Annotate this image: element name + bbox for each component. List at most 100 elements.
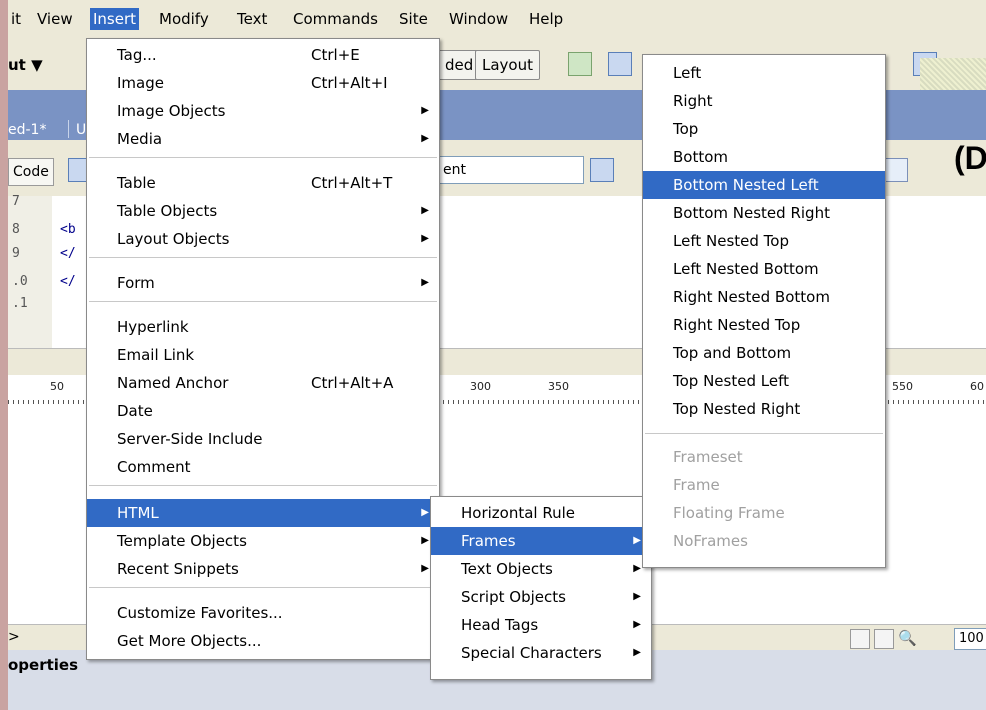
menu-item-label: Bottom Nested Left	[673, 176, 819, 194]
menu-item-frame-right[interactable]: Right	[643, 87, 885, 115]
code-view-button[interactable]: Code	[8, 158, 54, 186]
zoom-field[interactable]: 100	[954, 628, 986, 650]
menu-item-frames[interactable]: Frames ▶	[431, 527, 651, 555]
menu-item-label: Email Link	[117, 346, 195, 364]
menu-item-label: Recent Snippets	[117, 560, 239, 578]
menu-item-email-link[interactable]: Email Link	[87, 341, 439, 369]
tag-selector[interactable]: >	[8, 629, 20, 645]
menu-item-label: Comment	[117, 458, 191, 476]
menu-item-tag[interactable]: Tag... Ctrl+E	[87, 41, 439, 69]
menu-item-label: Bottom	[673, 148, 729, 166]
menu-item-label: Right Nested Top	[673, 316, 801, 334]
menu-item-label: Hyperlink	[117, 318, 189, 336]
line-number: .1	[12, 296, 28, 311]
layout-table-icon[interactable]	[568, 52, 592, 76]
layout-dropdown[interactable]: ut ▼	[8, 56, 43, 74]
expanded-button[interactable]: ded	[438, 50, 480, 80]
menu-item-label: Frameset	[673, 448, 743, 466]
document-tab-2[interactable]: U	[76, 122, 86, 138]
menu-item-label: Top Nested Right	[673, 400, 801, 418]
menu-item-script-objects[interactable]: Script Objects ▶	[431, 583, 651, 611]
preview-icon[interactable]	[884, 158, 908, 182]
menu-window[interactable]: Window	[446, 8, 511, 30]
menu-item-comment[interactable]: Comment	[87, 453, 439, 481]
menu-item-label: Special Characters	[461, 644, 602, 662]
file-management-icon[interactable]	[590, 158, 614, 182]
menu-item-html[interactable]: HTML ▶	[87, 499, 439, 527]
menu-item-label: Floating Frame	[673, 504, 785, 522]
menu-item-label: HTML	[117, 504, 159, 522]
menu-item-label: Layout Objects	[117, 230, 230, 248]
submenu-arrow-icon: ▶	[633, 619, 641, 630]
menu-item-special-characters[interactable]: Special Characters ▶	[431, 639, 651, 667]
menu-item-label: Image Objects	[117, 102, 226, 120]
menu-item-label: Top Nested Left	[673, 372, 789, 390]
menu-item-server-side-include[interactable]: Server-Side Include	[87, 425, 439, 453]
pointer-tool-icon[interactable]	[850, 629, 870, 649]
hand-tool-icon[interactable]	[874, 629, 894, 649]
menu-item-form[interactable]: Form ▶	[87, 269, 439, 297]
menu-item-hyperlink[interactable]: Hyperlink	[87, 313, 439, 341]
menu-item-label: Server-Side Include	[117, 430, 263, 448]
title-field[interactable]: ent	[436, 156, 584, 184]
menu-item-image-objects[interactable]: Image Objects ▶	[87, 97, 439, 125]
ruler-tick: 50	[50, 380, 64, 393]
menu-item-right-nested-top[interactable]: Right Nested Top	[643, 311, 885, 339]
menu-site[interactable]: Site	[396, 8, 431, 30]
menu-item-date[interactable]: Date	[87, 397, 439, 425]
menu-item-label: Top and Bottom	[673, 344, 792, 362]
menu-item-template-objects[interactable]: Template Objects ▶	[87, 527, 439, 555]
menu-item-left-nested-top[interactable]: Left Nested Top	[643, 227, 885, 255]
menu-item-bottom-nested-left[interactable]: Bottom Nested Left	[643, 171, 885, 199]
menu-item-shortcut: Ctrl+Alt+A	[311, 374, 394, 392]
menu-item-frame-top[interactable]: Top	[643, 115, 885, 143]
ruler-tick: 550	[892, 380, 913, 393]
menu-edit[interactable]: it	[8, 8, 24, 30]
menu-item-label: Table	[117, 174, 156, 192]
menu-text[interactable]: Text	[234, 8, 270, 30]
ruler-tick: 350	[548, 380, 569, 393]
menu-item-top-nested-right[interactable]: Top Nested Right	[643, 395, 885, 423]
menu-commands[interactable]: Commands	[290, 8, 381, 30]
menu-item-top-nested-left[interactable]: Top Nested Left	[643, 367, 885, 395]
menu-item-table-objects[interactable]: Table Objects ▶	[87, 197, 439, 225]
ruler-tick: 300	[470, 380, 491, 393]
menu-item-layout-objects[interactable]: Layout Objects ▶	[87, 225, 439, 253]
menu-item-table[interactable]: Table Ctrl+Alt+T	[87, 169, 439, 197]
menu-item-label: Head Tags	[461, 616, 539, 634]
menu-item-shortcut: Ctrl+Alt+I	[311, 74, 388, 92]
submenu-arrow-icon: ▶	[421, 535, 429, 546]
menu-item-right-nested-bottom[interactable]: Right Nested Bottom	[643, 283, 885, 311]
menu-item-top-and-bottom[interactable]: Top and Bottom	[643, 339, 885, 367]
menu-view[interactable]: View	[34, 8, 76, 30]
layout-cell-icon[interactable]	[608, 52, 632, 76]
menu-modify[interactable]: Modify	[156, 8, 212, 30]
properties-title[interactable]: operties	[8, 656, 78, 674]
menu-item-label: Template Objects	[117, 532, 247, 550]
menu-item-get-more-objects[interactable]: Get More Objects...	[87, 627, 439, 655]
menu-item-label: Frame	[673, 476, 720, 494]
menu-item-left-nested-bottom[interactable]: Left Nested Bottom	[643, 255, 885, 283]
menu-item-recent-snippets[interactable]: Recent Snippets ▶	[87, 555, 439, 583]
zoom-tool-icon[interactable]: 🔍	[898, 629, 917, 647]
code-line: </	[60, 246, 76, 261]
menu-item-named-anchor[interactable]: Named Anchor Ctrl+Alt+A	[87, 369, 439, 397]
menu-item-customize-favorites[interactable]: Customize Favorites...	[87, 599, 439, 627]
menu-item-frame-bottom[interactable]: Bottom	[643, 143, 885, 171]
menu-item-head-tags[interactable]: Head Tags ▶	[431, 611, 651, 639]
menu-item-bottom-nested-right[interactable]: Bottom Nested Right	[643, 199, 885, 227]
menu-item-text-objects[interactable]: Text Objects ▶	[431, 555, 651, 583]
menu-item-frame-left[interactable]: Left	[643, 59, 885, 87]
submenu-arrow-icon: ▶	[633, 563, 641, 574]
menu-help[interactable]: Help	[526, 8, 566, 30]
menu-separator	[89, 301, 437, 302]
layout-button[interactable]: Layout	[475, 50, 540, 80]
menu-item-label: Table Objects	[117, 202, 218, 220]
menu-item-image[interactable]: Image Ctrl+Alt+I	[87, 69, 439, 97]
menu-insert[interactable]: Insert	[90, 8, 140, 30]
menu-item-label: Frames	[461, 532, 516, 550]
menu-item-media[interactable]: Media ▶	[87, 125, 439, 153]
submenu-arrow-icon: ▶	[421, 563, 429, 574]
menu-item-horizontal-rule[interactable]: Horizontal Rule	[431, 499, 651, 527]
document-tab[interactable]: ed-1*	[8, 122, 46, 138]
